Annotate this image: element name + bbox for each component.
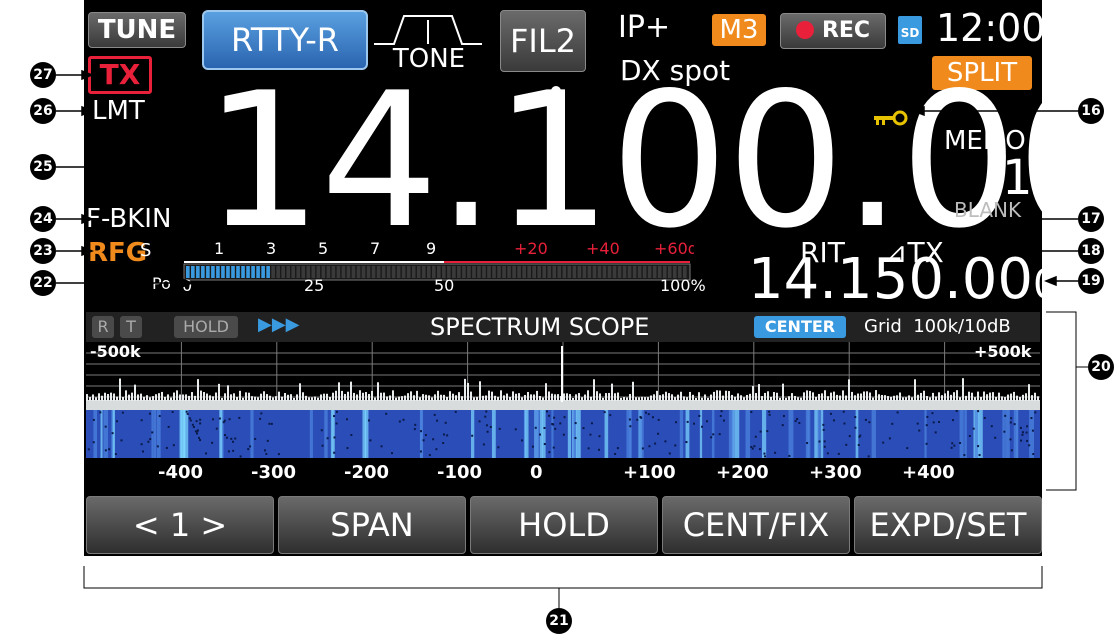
callout-leaders bbox=[56, 69, 1088, 608]
